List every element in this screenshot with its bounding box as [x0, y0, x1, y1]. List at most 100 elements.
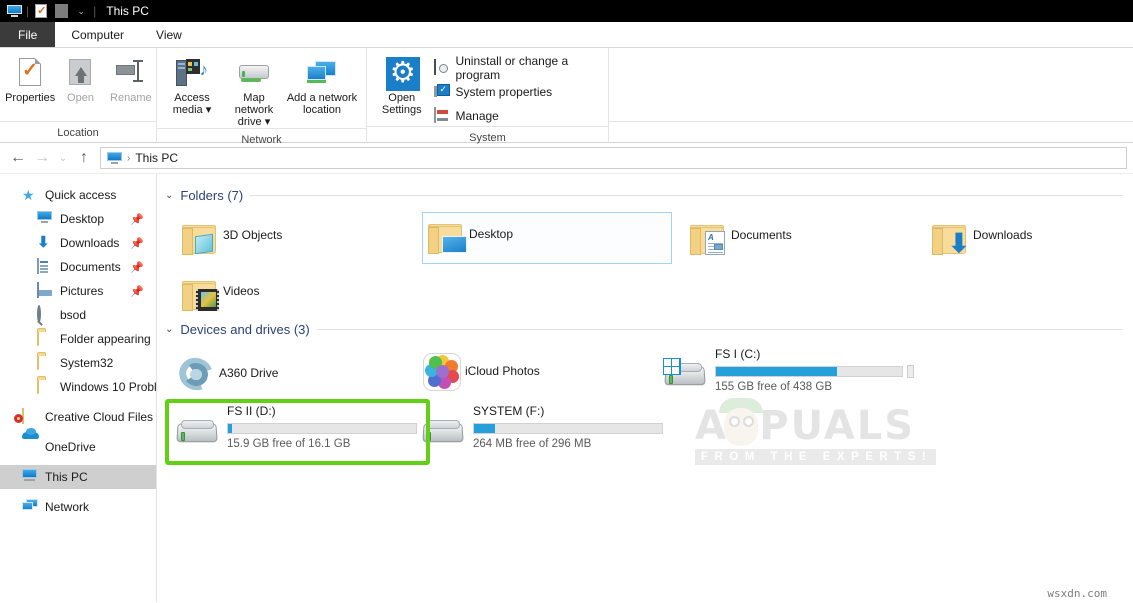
access-media-button[interactable]: ♪ Access media ▾	[161, 54, 223, 116]
sidebar-item-network[interactable]: Network	[0, 495, 156, 519]
sidebar-item-system32[interactable]: System32	[0, 351, 156, 375]
sidebar-item-quick-access[interactable]: ★ Quick access	[0, 183, 156, 207]
list-item[interactable]: A Documents	[685, 214, 935, 266]
customize-chevron-icon[interactable]: ⌄	[71, 2, 91, 20]
disk-usage-fill	[716, 367, 837, 376]
sidebar-item-pictures[interactable]: Pictures 📌	[0, 279, 156, 303]
list-item[interactable]: SYSTEM (F:) 264 MB free of 296 MB	[415, 402, 665, 454]
chevron-down-icon[interactable]: ⌄	[165, 190, 173, 201]
tab-computer[interactable]: Computer	[55, 22, 140, 47]
sidebar-item-label: System32	[60, 356, 113, 370]
chevron-down-icon[interactable]: ▾	[265, 116, 271, 128]
sidebar-item-bsod[interactable]: bsod	[0, 303, 156, 327]
sidebar-item-label: Quick access	[45, 188, 116, 202]
windows-drive-icon	[665, 361, 707, 387]
access-media-icon: ♪	[176, 56, 208, 88]
list-item-label: SYSTEM (F:)	[473, 404, 544, 418]
devices-grid: A360 Drive iCloud Photos	[157, 340, 1133, 500]
list-item[interactable]: FS II (D:) 15.9 GB free of 16.1 GB	[169, 402, 419, 454]
sidebar-item-label: Downloads	[60, 236, 119, 250]
list-item[interactable]: A360 Drive	[173, 348, 413, 400]
add-network-location-button[interactable]: Add a network location	[285, 54, 359, 116]
list-item-label: A360 Drive	[219, 348, 278, 380]
sidebar-item-creative-cloud-files[interactable]: Creative Cloud Files	[0, 405, 156, 429]
pin-icon[interactable]: 📌	[130, 261, 144, 274]
list-item[interactable]: iCloud Photos	[419, 346, 659, 398]
breadcrumb-this-pc[interactable]: This PC	[135, 151, 178, 165]
list-item-label: FS II (D:)	[227, 404, 276, 418]
list-item[interactable]: ⬇ Downloads	[927, 214, 1133, 266]
properties-icon	[14, 56, 46, 88]
forward-button[interactable]: →	[30, 146, 54, 170]
watermark-tagline: FROM THE EXPERTS!	[695, 449, 936, 465]
source-watermark: wsxdn.com	[1047, 587, 1107, 600]
rename-icon	[115, 56, 147, 88]
section-rule	[250, 195, 1123, 196]
manage-button[interactable]: Manage	[434, 105, 608, 126]
settings-gear-icon	[386, 56, 418, 88]
properties-button[interactable]: Properties	[5, 54, 55, 104]
uninstall-program-icon	[434, 60, 450, 76]
list-item[interactable]: FS I (C:) 155 GB free of 438 GB	[657, 345, 927, 397]
sidebar-item-windows-10-problem[interactable]: Windows 10 Problem	[0, 375, 156, 399]
ribbon-group-label-system: System	[367, 126, 608, 148]
sidebar-item-onedrive[interactable]: OneDrive	[0, 435, 156, 459]
pin-icon[interactable]: 📌	[130, 213, 144, 226]
chevron-down-icon[interactable]: ▾	[206, 104, 212, 116]
open-button[interactable]: Open	[55, 54, 105, 104]
rename-button[interactable]: Rename	[106, 54, 156, 104]
creative-cloud-icon	[22, 409, 38, 425]
chevron-down-icon[interactable]: ⌄	[165, 324, 173, 335]
ribbon-filler	[609, 48, 1133, 143]
uninstall-program-button[interactable]: Uninstall or change a program	[434, 57, 608, 78]
sidebar-item-this-pc[interactable]: This PC	[0, 465, 156, 489]
desktop-icon	[37, 211, 53, 227]
ribbon-tabs: File Computer View	[0, 22, 1133, 48]
sidebar-item-folder-appearing[interactable]: Folder appearing	[0, 327, 156, 351]
tab-file[interactable]: File	[0, 22, 55, 47]
system-properties-button[interactable]: ✓ System properties	[434, 81, 608, 102]
back-button[interactable]: ←	[6, 146, 30, 170]
sidebar-item-label: Windows 10 Problem	[60, 380, 157, 394]
pin-icon[interactable]: 📌	[130, 237, 144, 250]
list-item[interactable]: Videos	[177, 270, 427, 322]
search-icon	[37, 307, 53, 323]
recent-locations-button[interactable]: ⌄	[54, 146, 72, 170]
disk-usage-fill	[228, 424, 232, 433]
star-icon: ★	[22, 187, 38, 203]
sidebar-item-documents[interactable]: Documents 📌	[0, 255, 156, 279]
disk-usage-bar	[227, 423, 417, 434]
network-icon	[22, 499, 38, 515]
sidebar-item-label: OneDrive	[45, 440, 96, 454]
this-pc-icon[interactable]	[4, 2, 24, 20]
folder-icon	[37, 331, 53, 347]
system-properties-label: System properties	[455, 85, 552, 99]
open-icon	[64, 56, 96, 88]
sidebar-item-label: Desktop	[60, 212, 104, 226]
list-item[interactable]: Desktop	[422, 212, 672, 264]
grey-icon[interactable]	[51, 2, 71, 20]
sidebar-item-label: This PC	[45, 470, 88, 484]
properties-icon[interactable]	[31, 2, 51, 20]
disk-bar-endcap	[907, 365, 914, 378]
file-list-view[interactable]: ⌄ Folders (7) 3D Objects Desktop	[157, 174, 1133, 602]
uninstall-program-label: Uninstall or change a program	[455, 54, 608, 82]
sidebar-item-desktop[interactable]: Desktop 📌	[0, 207, 156, 231]
ribbon: Properties Open Rename Location ♪	[0, 48, 1133, 143]
open-settings-button[interactable]: Open Settings	[375, 54, 428, 116]
folders-grid: 3D Objects Desktop A Documents	[157, 206, 1133, 316]
sidebar-item-downloads[interactable]: ⬇ Downloads 📌	[0, 231, 156, 255]
disk-usage-text: 15.9 GB free of 16.1 GB	[227, 438, 350, 450]
section-header-folders[interactable]: ⌄ Folders (7)	[157, 184, 1133, 206]
ribbon-group-system: Open Settings Uninstall or change a prog…	[367, 48, 609, 143]
map-network-drive-button[interactable]: Map network drive ▾	[223, 54, 285, 128]
pin-icon[interactable]: 📌	[130, 285, 144, 298]
folder-videos-icon	[177, 270, 223, 322]
map-network-drive-icon	[238, 56, 270, 88]
list-item[interactable]: 3D Objects	[177, 214, 427, 266]
main-split: ★ Quick access Desktop 📌 ⬇ Downloads 📌 D…	[0, 174, 1133, 602]
disk-usage-bar	[715, 366, 903, 377]
disk-usage-fill	[474, 424, 495, 433]
tab-view[interactable]: View	[140, 22, 198, 47]
up-button[interactable]: ↑	[72, 146, 96, 170]
